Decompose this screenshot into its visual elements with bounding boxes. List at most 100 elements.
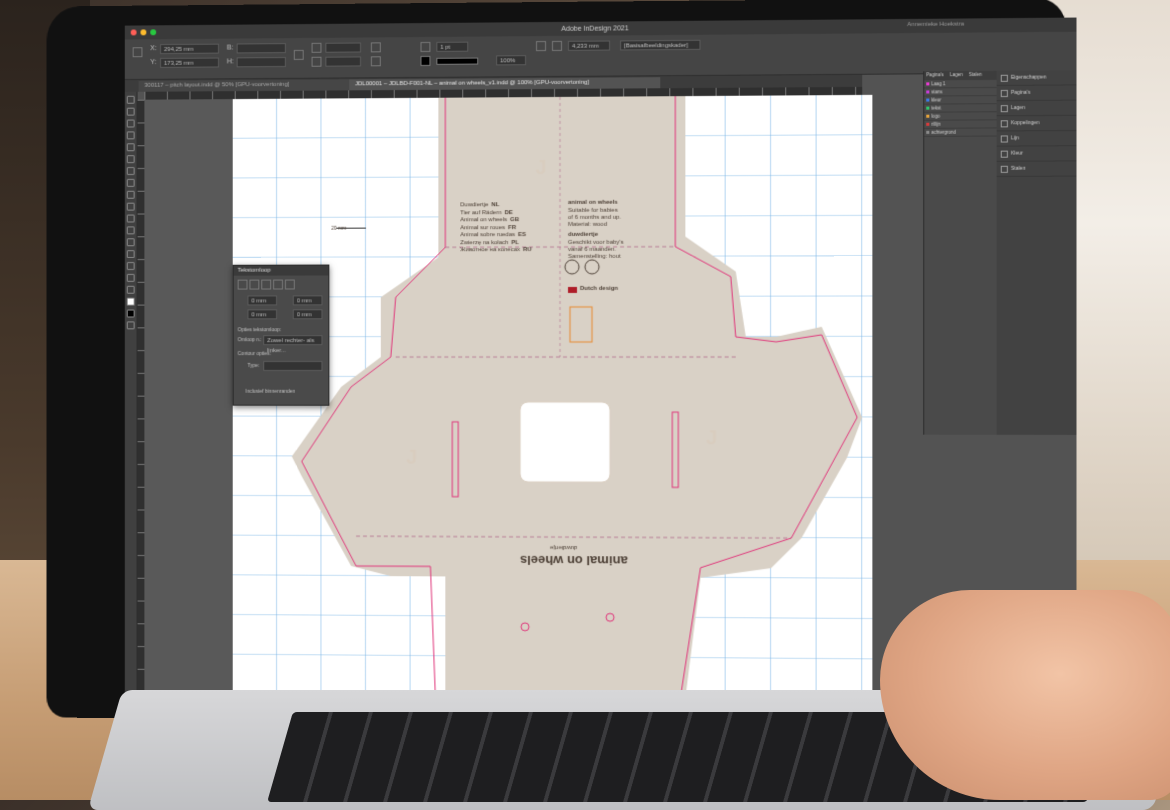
gradient-tool-icon[interactable] bbox=[127, 238, 135, 246]
rotate-icon[interactable] bbox=[371, 42, 381, 52]
stroke-swatch-icon[interactable] bbox=[420, 56, 430, 66]
wrap-to-select[interactable]: Zowel rechter- als linker... bbox=[263, 335, 322, 345]
fill-swatch-icon[interactable] bbox=[420, 42, 430, 52]
mirrored-product-subtitle: duwdiertje bbox=[550, 542, 577, 550]
tab-pages[interactable]: Pagina's bbox=[924, 71, 946, 80]
color-icon bbox=[1001, 150, 1008, 157]
mirrored-product-title: animal on wheels bbox=[520, 552, 628, 569]
text-wrap-panel-title: Tekstomloop bbox=[234, 266, 329, 276]
jump-next-column-icon[interactable] bbox=[285, 280, 295, 290]
line-tool-icon[interactable] bbox=[127, 155, 135, 163]
brand-logo-top: J bbox=[530, 157, 552, 179]
layers-panel[interactable]: Pagina's Lagen Stalen Laag 1 stans kleur… bbox=[923, 71, 997, 435]
scissors-tool-icon[interactable] bbox=[127, 215, 135, 223]
layer-color-swatch bbox=[926, 99, 929, 102]
layers-panel-tabs: Pagina's Lagen Stalen bbox=[924, 71, 997, 81]
type-tool-icon[interactable] bbox=[127, 143, 135, 151]
gap-tool-icon[interactable] bbox=[127, 131, 135, 139]
wrap-to-label: Omloop n.: bbox=[238, 337, 262, 343]
dock-item-layers[interactable]: Lagen bbox=[997, 101, 1077, 117]
opacity-field[interactable]: 100% bbox=[496, 55, 526, 65]
y-position-field[interactable]: 173,25 mm bbox=[160, 58, 219, 68]
dock-item-links[interactable]: Koppelingen bbox=[997, 116, 1077, 132]
wrap-bounding-box-icon[interactable] bbox=[249, 280, 259, 290]
scale-y-icon[interactable] bbox=[312, 57, 322, 67]
dock-item-properties[interactable]: Eigenschappen bbox=[997, 70, 1077, 86]
offset-left-field[interactable]: 0 mm bbox=[293, 295, 323, 305]
dimension-label: 20 mm bbox=[331, 226, 346, 232]
layer-color-swatch bbox=[926, 131, 929, 134]
nl-flag-icon bbox=[568, 287, 577, 293]
height-field[interactable] bbox=[237, 57, 286, 67]
language-row: Животное на колесахRU bbox=[460, 247, 531, 255]
offset-right-field[interactable]: 0 mm bbox=[293, 309, 323, 319]
tab-layers[interactable]: Lagen bbox=[948, 71, 965, 80]
fit-frame-icon[interactable] bbox=[552, 41, 562, 51]
selection-tool-icon[interactable] bbox=[127, 96, 135, 104]
stroke-weight-field[interactable]: 1 pt bbox=[436, 42, 468, 52]
shear-icon[interactable] bbox=[371, 56, 381, 66]
product-desc-line: Material: wood bbox=[568, 222, 607, 230]
reference-point-icon[interactable] bbox=[133, 47, 143, 57]
toolbox bbox=[125, 92, 138, 709]
brand-logo-side-right: J bbox=[700, 427, 722, 449]
stroke-type-select[interactable] bbox=[436, 58, 478, 65]
scale-x-field[interactable] bbox=[325, 43, 361, 53]
eyedropper-tool-icon[interactable] bbox=[127, 262, 135, 270]
contour-options-label: Contour opties: bbox=[238, 351, 271, 357]
properties-icon bbox=[1001, 74, 1008, 81]
brand-logo-side: J bbox=[401, 447, 423, 469]
scale-x-icon[interactable] bbox=[312, 43, 322, 53]
page-tool-icon[interactable] bbox=[127, 120, 135, 128]
fill-color-icon[interactable] bbox=[127, 298, 135, 306]
free-transform-tool-icon[interactable] bbox=[127, 226, 135, 234]
object-style-select[interactable]: [Basisafbeeldingskader] bbox=[620, 40, 700, 51]
constrain-proportions-icon[interactable] bbox=[294, 50, 304, 60]
stroke-color-icon[interactable] bbox=[127, 310, 135, 318]
y-label: Y: bbox=[150, 59, 156, 66]
note-tool-icon[interactable] bbox=[127, 250, 135, 258]
rectangle-tool-icon[interactable] bbox=[127, 203, 135, 211]
dock-item-stroke[interactable]: Lijn bbox=[997, 131, 1077, 147]
offset-top-field[interactable]: 0 mm bbox=[247, 295, 277, 305]
user-name: Annemieke Hoekstra bbox=[907, 22, 964, 29]
user-hand bbox=[880, 590, 1170, 800]
layer-color-swatch bbox=[926, 115, 929, 118]
scale-y-field[interactable] bbox=[325, 56, 361, 66]
include-inside-edges-checkbox[interactable]: Inclusief binnenranden bbox=[246, 389, 296, 395]
fit-content-icon[interactable] bbox=[536, 41, 546, 51]
direct-selection-tool-icon[interactable] bbox=[127, 108, 135, 116]
width-label: B: bbox=[227, 45, 234, 52]
language-list: DuwdiertjeNL Tier auf RädernDE Animal on… bbox=[460, 202, 531, 255]
no-wrap-icon[interactable] bbox=[238, 280, 248, 290]
stroke-icon bbox=[1001, 135, 1008, 142]
rectangle-frame-tool-icon[interactable] bbox=[127, 191, 135, 199]
nl-desc-line: Samenstelling: hout bbox=[568, 254, 621, 262]
vertical-ruler[interactable] bbox=[137, 100, 145, 709]
pages-icon bbox=[1001, 89, 1008, 96]
offset-bottom-field[interactable]: 0 mm bbox=[247, 309, 277, 319]
wrap-options-label: Opties tekstomloop: bbox=[238, 327, 282, 333]
x-position-field[interactable]: 294,25 mm bbox=[160, 44, 219, 54]
pencil-tool-icon[interactable] bbox=[127, 179, 135, 187]
hand-tool-icon[interactable] bbox=[127, 274, 135, 282]
dock-item-color[interactable]: Kleur bbox=[997, 146, 1077, 162]
jump-object-icon[interactable] bbox=[273, 280, 283, 290]
wrap-object-shape-icon[interactable] bbox=[261, 280, 271, 290]
zoom-tool-icon[interactable] bbox=[127, 286, 135, 294]
dock-item-swatches[interactable]: Stalen bbox=[997, 161, 1077, 177]
contour-type-select[interactable] bbox=[263, 361, 322, 371]
layer-row[interactable]: achtergrond bbox=[924, 128, 997, 136]
corner-size-field[interactable]: 4,233 mm bbox=[568, 41, 610, 51]
dock-item-pages[interactable]: Pagina's bbox=[997, 85, 1077, 101]
language-row: Animal sobre ruedasES bbox=[460, 232, 531, 240]
text-wrap-panel[interactable]: Tekstomloop 0 mm 0 mm 0 mm 0 mm Opties t… bbox=[233, 265, 330, 406]
screen-mode-icon[interactable] bbox=[127, 321, 135, 329]
pen-tool-icon[interactable] bbox=[127, 167, 135, 175]
window-cutout bbox=[520, 402, 610, 482]
layer-color-swatch bbox=[926, 82, 929, 85]
width-field[interactable] bbox=[237, 43, 286, 53]
contour-type-label: Type: bbox=[247, 363, 259, 369]
tab-swatches[interactable]: Stalen bbox=[967, 71, 984, 80]
swatches-icon bbox=[1001, 165, 1008, 172]
